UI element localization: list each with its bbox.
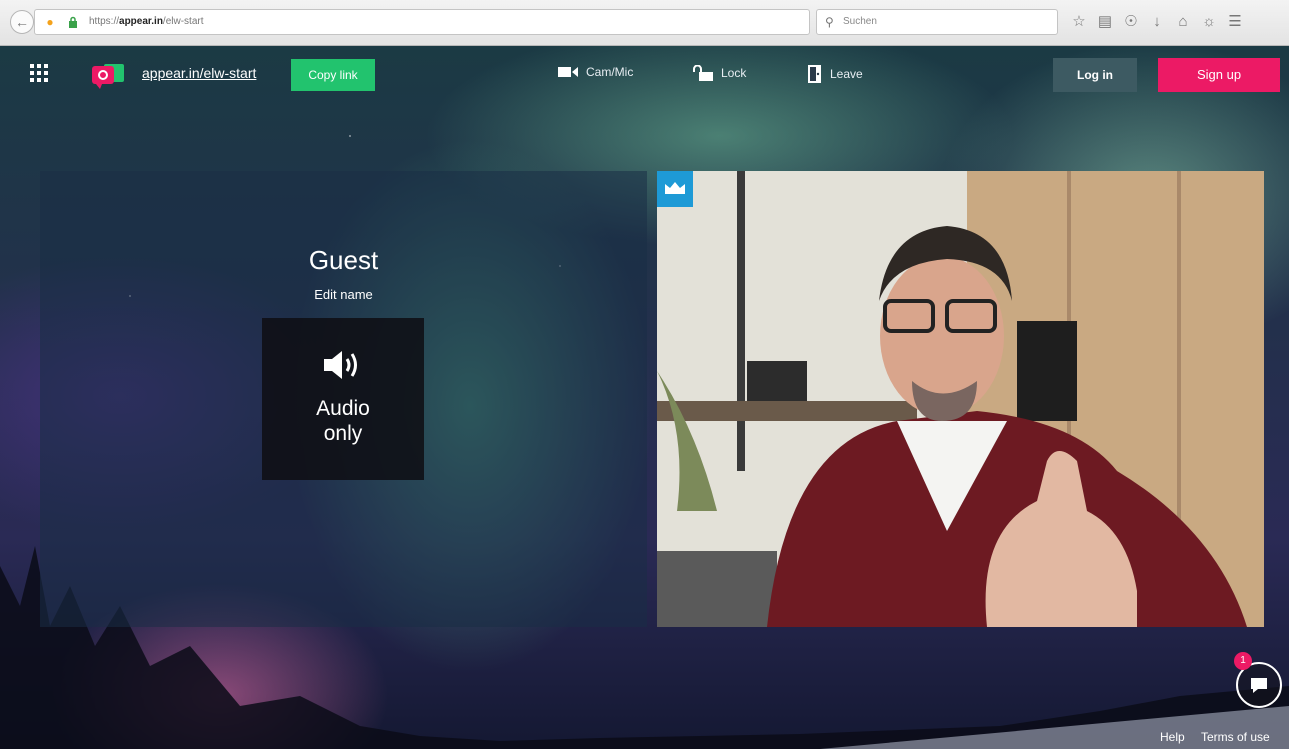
bookmark-star-icon[interactable]: ☆ <box>1066 10 1092 34</box>
search-placeholder: Suchen <box>843 16 877 27</box>
pocket-icon[interactable]: ☉ <box>1118 10 1144 34</box>
browser-toolbar: ← ● https://appear.in/elw-start ⟳ ⚲ Such… <box>0 0 1289 46</box>
terms-of-use-link[interactable]: Terms of use <box>1201 730 1270 744</box>
app-header: appear.in/elw-start Copy link Cam/Mic Lo… <box>0 46 1289 106</box>
audio-only-indicator: Audio only <box>262 318 424 480</box>
camera-icon <box>558 67 578 77</box>
speaker-icon <box>324 351 357 379</box>
url-bar[interactable]: ● https://appear.in/elw-start ⟳ <box>34 9 828 35</box>
nav-buttons: ← <box>10 10 34 34</box>
search-icon: ⚲ <box>825 15 834 29</box>
unlock-icon <box>693 65 713 81</box>
log-in-button[interactable]: Log in <box>1053 58 1137 92</box>
chat-bubble-icon[interactable]: ☼ <box>1196 10 1222 34</box>
chat-unread-badge: 1 <box>1234 652 1252 670</box>
download-icon[interactable]: ↓ <box>1144 10 1170 34</box>
remote-video-tile <box>657 171 1264 627</box>
remote-video-feed <box>657 171 1264 627</box>
chat-icon <box>1251 678 1267 693</box>
leave-button[interactable]: Leave <box>808 65 863 83</box>
reading-list-icon[interactable]: ▤ <box>1092 10 1118 34</box>
guest-video-tile: Guest Edit name Audio only <box>40 171 647 627</box>
search-input[interactable]: ⚲ Suchen <box>816 9 1058 35</box>
page-info-icon[interactable]: ● <box>43 15 57 29</box>
copy-link-button[interactable]: Copy link <box>291 59 375 91</box>
sign-up-button[interactable]: Sign up <box>1158 58 1280 92</box>
edit-name-link[interactable]: Edit name <box>40 287 647 302</box>
lock-label: Lock <box>721 66 747 80</box>
lock-button[interactable]: Lock <box>693 65 746 81</box>
guest-name: Guest <box>308 245 379 275</box>
menu-icon[interactable]: ☰ <box>1222 10 1248 34</box>
app-area: appear.in/elw-start Copy link Cam/Mic Lo… <box>0 46 1289 749</box>
cam-mic-button[interactable]: Cam/Mic <box>558 65 633 79</box>
leave-label: Leave <box>830 67 863 81</box>
appear-in-logo-icon[interactable] <box>90 60 126 90</box>
room-owner-crown-badge <box>657 171 693 207</box>
cam-mic-label: Cam/Mic <box>586 65 634 79</box>
url-text: https://appear.in/elw-start <box>89 16 204 27</box>
help-link[interactable]: Help <box>1160 730 1185 744</box>
room-link[interactable]: appear.in/elw-start <box>142 65 256 81</box>
home-icon[interactable]: ⌂ <box>1170 10 1196 34</box>
door-icon <box>808 65 821 83</box>
crown-icon <box>665 182 685 194</box>
audio-only-label: Audio only <box>316 397 370 445</box>
lock-icon <box>69 16 77 28</box>
back-button[interactable]: ← <box>10 10 34 34</box>
toolbar-icons: ☆ ▤ ☉ ↓ ⌂ ☼ ☰ <box>1066 10 1248 34</box>
apps-grid-icon[interactable] <box>30 64 48 82</box>
